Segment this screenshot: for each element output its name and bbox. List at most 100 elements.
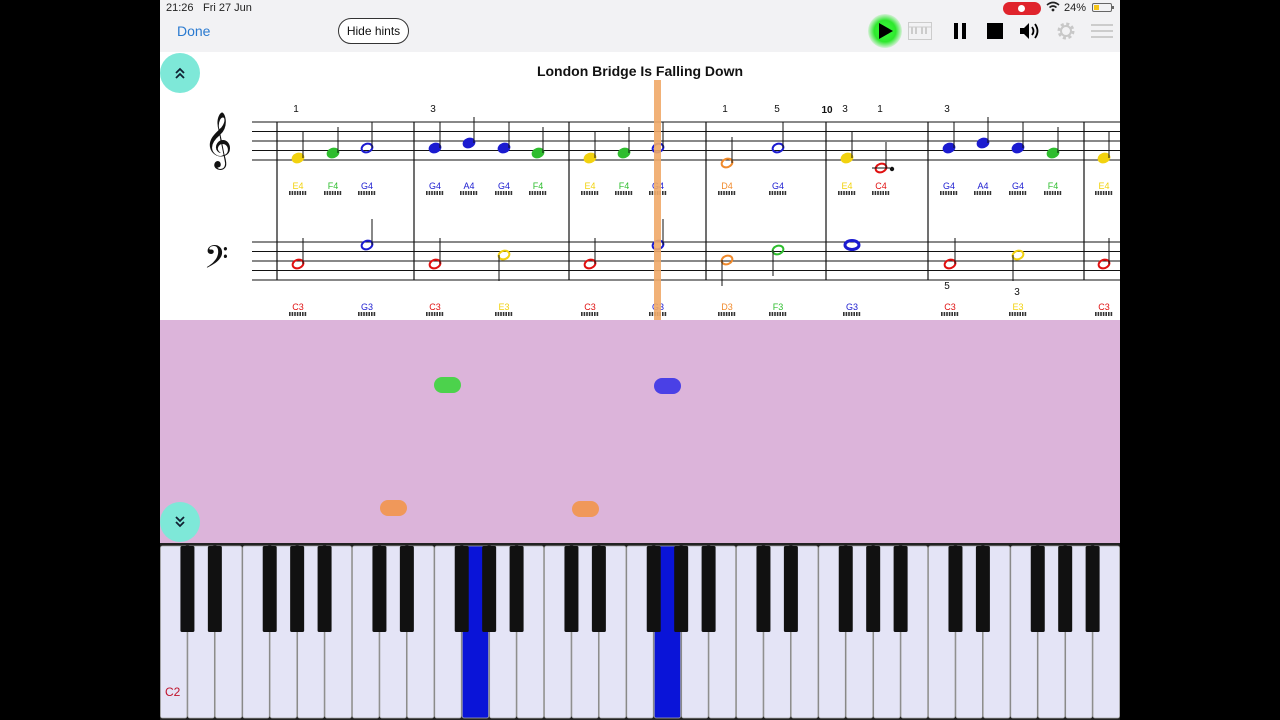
stop-button[interactable] (982, 18, 1008, 44)
bass-note-name: C3 (584, 302, 596, 312)
treble-note (291, 132, 305, 164)
treble-note (1011, 122, 1025, 154)
black-key (1085, 546, 1100, 632)
mini-keyboard-icon (289, 312, 307, 316)
black-key (646, 546, 661, 632)
treble-note-name: F4 (533, 181, 544, 191)
bass-note (1097, 238, 1111, 270)
mini-keyboard-icon (769, 312, 787, 316)
bass-note-name: C3 (292, 302, 304, 312)
mini-keyboard-icon (1009, 312, 1027, 316)
mini-keyboard-icon (615, 191, 633, 195)
mini-keyboard-icon (1044, 191, 1062, 195)
volume-button[interactable] (1017, 18, 1043, 44)
bass-note (843, 239, 861, 251)
fingering-number: 3 (1014, 287, 1020, 298)
wifi-icon (1046, 1, 1060, 15)
collapse-score-button[interactable] (160, 53, 200, 93)
treble-note-name: E4 (1098, 181, 1109, 191)
bass-note-name: D3 (721, 302, 733, 312)
done-button[interactable]: Done (177, 23, 210, 39)
black-key (948, 546, 963, 632)
mini-keyboard-icon (974, 191, 992, 195)
fingering-number: 3 (430, 104, 436, 115)
double-chevron-down-icon (175, 516, 185, 528)
black-key (674, 546, 689, 632)
treble-note-name: F4 (328, 181, 339, 191)
status-date: Fri 27 Jun (203, 2, 252, 14)
mini-keyboard-icon (289, 191, 307, 195)
black-key (317, 546, 332, 632)
falling-notes-lane (160, 320, 1120, 543)
fingering-number: 3 (944, 104, 950, 115)
black-key (838, 546, 853, 632)
black-key (180, 546, 195, 632)
treble-note-name: C4 (875, 181, 887, 191)
fingering-number: 1 (877, 104, 883, 115)
bass-clef-icon: 𝄢 (204, 239, 228, 283)
treble-note-name: A4 (463, 181, 474, 191)
treble-note-name: G4 (429, 181, 441, 191)
piano-view-button[interactable] (907, 18, 933, 44)
bass-note-name: F3 (773, 302, 784, 312)
mini-keyboard-icon (1095, 312, 1113, 316)
piano-keyboard: C2 (160, 543, 1120, 720)
fingering-number: 5 (774, 104, 780, 115)
black-key (783, 546, 798, 632)
mini-keyboard-icon (460, 191, 478, 195)
black-key (975, 546, 990, 632)
treble-note-name: E4 (292, 181, 303, 191)
black-key (399, 546, 414, 632)
mini-keyboard-icon (426, 312, 444, 316)
mini-keyboard-icon (769, 191, 787, 195)
treble-note (840, 132, 854, 164)
treble-note (497, 122, 511, 154)
black-key (893, 546, 908, 632)
hide-hints-button[interactable]: Hide hints (338, 18, 409, 44)
black-key (1030, 546, 1045, 632)
treble-note-name: G4 (498, 181, 510, 191)
mini-keyboard-icon (1009, 191, 1027, 195)
menu-button[interactable] (1089, 18, 1115, 44)
mini-keyboard-icon (495, 312, 513, 316)
top-toolbar: 21:26 Fri 27 Jun 24% Done Hide hints (160, 0, 1120, 52)
falling-note (572, 501, 599, 517)
bass-note (428, 238, 442, 270)
treble-note-name: D4 (721, 181, 733, 191)
mini-keyboard-icon (358, 191, 376, 195)
falling-note (380, 500, 407, 516)
fingering-number: 5 (944, 281, 950, 292)
mini-keyboard-icon (940, 191, 958, 195)
gear-icon (1057, 22, 1075, 40)
fingering-number: 3 (842, 104, 848, 115)
piano-keys (160, 545, 1120, 719)
mini-keyboard-icon (358, 312, 376, 316)
treble-note-name: F4 (619, 181, 630, 191)
lowest-key-label: C2 (165, 685, 181, 699)
black-key (591, 546, 606, 632)
bass-note-name: C3 (944, 302, 956, 312)
battery-percentage: 24% (1064, 2, 1087, 14)
bass-note-name: E3 (1012, 302, 1023, 312)
pause-button[interactable] (947, 18, 973, 44)
expand-keyboard-button[interactable] (160, 502, 200, 542)
bass-note (583, 238, 597, 270)
bass-note-name: C3 (429, 302, 441, 312)
bass-note-name: G3 (361, 302, 373, 312)
black-key (372, 546, 387, 632)
treble-note-name: G4 (943, 181, 955, 191)
battery-icon (1092, 3, 1114, 12)
play-button[interactable] (868, 14, 902, 48)
treble-note (583, 132, 597, 164)
settings-button[interactable] (1053, 18, 1079, 44)
black-key (756, 546, 771, 632)
treble-clef-icon: 𝄞 (204, 112, 232, 170)
treble-note-name: E4 (841, 181, 852, 191)
treble-note-name: G4 (361, 181, 373, 191)
black-key (509, 546, 524, 632)
mini-keyboard-icon (1095, 191, 1113, 195)
mini-keyboard-icon (581, 312, 599, 316)
black-key (454, 546, 469, 632)
black-key (701, 546, 716, 632)
speaker-icon (1020, 23, 1039, 39)
